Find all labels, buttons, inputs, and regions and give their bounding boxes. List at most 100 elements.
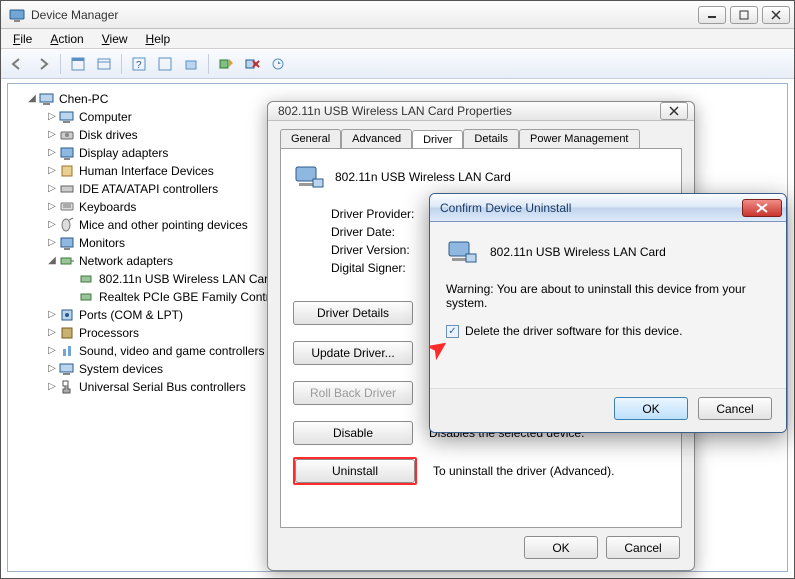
lbl-provider: Driver Provider: <box>331 207 441 221</box>
toolbar: ? <box>1 49 794 79</box>
expand-icon[interactable]: ▷ <box>46 324 58 342</box>
nic-icon <box>79 271 95 287</box>
device-icon <box>293 161 325 193</box>
minimize-button[interactable] <box>698 6 726 24</box>
tree-label: Display adapters <box>79 144 168 162</box>
tree-label: Human Interface Devices <box>79 162 214 180</box>
tree-label: Processors <box>79 324 139 342</box>
tree-label: Ports (COM & LPT) <box>79 306 183 324</box>
tree-label: Chen-PC <box>59 90 108 108</box>
dialog-ok-button[interactable]: OK <box>524 536 598 559</box>
tab-driver[interactable]: Driver <box>412 130 463 149</box>
expand-icon[interactable]: ▷ <box>46 144 58 162</box>
checkbox-label: Delete the driver software for this devi… <box>465 324 682 338</box>
collapse-icon[interactable]: ◢ <box>26 90 38 108</box>
confirm-device-name: 802.11n USB Wireless LAN Card <box>490 245 666 259</box>
lbl-date: Driver Date: <box>331 225 441 239</box>
tab-general[interactable]: General <box>280 129 341 148</box>
expand-icon[interactable]: ▷ <box>46 216 58 234</box>
tab-power-management[interactable]: Power Management <box>519 129 639 148</box>
expand-icon[interactable]: ▷ <box>46 306 58 324</box>
confirm-dialog: Confirm Device Uninstall 802.11n USB Wir… <box>429 193 787 433</box>
tab-details[interactable]: Details <box>463 129 519 148</box>
tb-icon-1[interactable] <box>66 52 90 76</box>
menu-action[interactable]: Action <box>42 30 91 48</box>
tree-label: Computer <box>79 108 132 126</box>
titlebar: Device Manager <box>1 1 794 29</box>
tree-label: System devices <box>79 360 163 378</box>
network-icon <box>59 253 75 269</box>
expand-icon[interactable]: ▷ <box>46 180 58 198</box>
category-icon <box>59 199 75 215</box>
tree-label: 802.11n USB Wireless LAN Card <box>99 270 275 288</box>
nic-icon <box>79 289 95 305</box>
category-icon <box>59 145 75 161</box>
uninstall-button[interactable]: Uninstall <box>295 459 415 483</box>
tb-icon-5[interactable] <box>214 52 238 76</box>
category-icon <box>59 109 75 125</box>
confirm-close-button[interactable] <box>742 199 782 217</box>
tab-bar: General Advanced Driver Details Power Ma… <box>280 129 682 148</box>
confirm-ok-button[interactable]: OK <box>614 397 688 420</box>
tree-label: Realtek PCIe GBE Family Controller <box>99 288 292 306</box>
tab-advanced[interactable]: Advanced <box>341 129 412 148</box>
expand-icon[interactable]: ▷ <box>46 378 58 396</box>
tree-label: Monitors <box>79 234 125 252</box>
category-icon <box>59 379 75 395</box>
delete-driver-checkbox[interactable]: ✓ <box>446 325 459 338</box>
dialog-cancel-button[interactable]: Cancel <box>606 536 680 559</box>
update-driver-button[interactable]: Update Driver... <box>293 341 413 365</box>
back-icon[interactable] <box>5 52 29 76</box>
category-icon <box>59 307 75 323</box>
uninstall-highlight: Uninstall <box>293 457 417 485</box>
help-icon[interactable]: ? <box>127 52 151 76</box>
app-icon <box>9 7 25 23</box>
confirm-titlebar[interactable]: Confirm Device Uninstall <box>430 194 786 222</box>
expand-icon[interactable]: ▷ <box>46 198 58 216</box>
device-icon <box>446 236 478 268</box>
confirm-title: Confirm Device Uninstall <box>440 201 742 215</box>
tb-icon-3[interactable] <box>153 52 177 76</box>
tb-icon-7[interactable] <box>266 52 290 76</box>
expand-icon[interactable]: ▷ <box>46 108 58 126</box>
device-name: 802.11n USB Wireless LAN Card <box>335 170 511 184</box>
category-icon <box>59 217 75 233</box>
window-title: Device Manager <box>31 8 698 22</box>
disable-button[interactable]: Disable <box>293 421 413 445</box>
lbl-signer: Digital Signer: <box>331 261 441 275</box>
category-icon <box>59 181 75 197</box>
category-icon <box>59 235 75 251</box>
category-icon <box>59 361 75 377</box>
menu-file[interactable]: File <box>5 30 40 48</box>
uninstall-desc: To uninstall the driver (Advanced). <box>433 464 614 478</box>
dialog-titlebar[interactable]: 802.11n USB Wireless LAN Card Properties <box>268 102 694 121</box>
maximize-button[interactable] <box>730 6 758 24</box>
svg-text:?: ? <box>136 60 142 71</box>
tb-icon-6[interactable] <box>240 52 264 76</box>
category-icon <box>59 163 75 179</box>
driver-details-button[interactable]: Driver Details <box>293 301 413 325</box>
tb-icon-2[interactable] <box>92 52 116 76</box>
menu-view[interactable]: View <box>94 30 136 48</box>
menu-help[interactable]: Help <box>138 30 179 48</box>
category-icon <box>59 343 75 359</box>
close-button[interactable] <box>762 6 790 24</box>
expand-icon[interactable]: ▷ <box>46 234 58 252</box>
tree-label: Universal Serial Bus controllers <box>79 378 246 396</box>
confirm-warning: Warning: You are about to uninstall this… <box>446 282 770 310</box>
collapse-icon[interactable]: ◢ <box>46 252 58 270</box>
tree-label: Disk drives <box>79 126 138 144</box>
tree-label: Keyboards <box>79 198 136 216</box>
expand-icon[interactable]: ▷ <box>46 126 58 144</box>
rollback-driver-button: Roll Back Driver <box>293 381 413 405</box>
confirm-cancel-button[interactable]: Cancel <box>698 397 772 420</box>
forward-icon[interactable] <box>31 52 55 76</box>
computer-icon <box>39 91 55 107</box>
tb-icon-4[interactable] <box>179 52 203 76</box>
dialog-close-button[interactable] <box>660 102 688 120</box>
tree-label: IDE ATA/ATAPI controllers <box>79 180 218 198</box>
tree-label: Network adapters <box>79 252 173 270</box>
expand-icon[interactable]: ▷ <box>46 162 58 180</box>
expand-icon[interactable]: ▷ <box>46 342 58 360</box>
expand-icon[interactable]: ▷ <box>46 360 58 378</box>
